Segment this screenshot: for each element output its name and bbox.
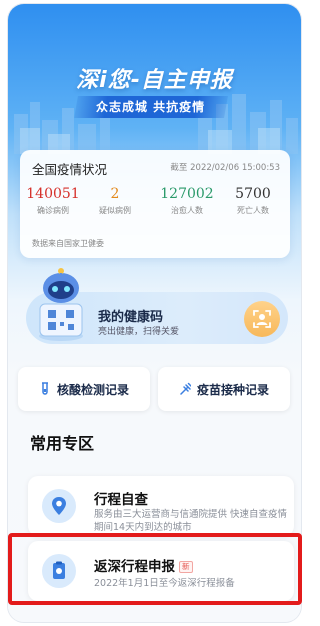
slogan-text: 众志成城 共抗疫情 bbox=[96, 100, 206, 114]
stat-cured: 127002 治愈人数 bbox=[158, 186, 216, 216]
stat-confirmed: 140051 确诊病例 bbox=[24, 186, 82, 216]
health-code-subtitle: 亮出健康，扫得关爱 bbox=[98, 327, 180, 337]
app-screen: 深i您-自主申报 众志成城 共抗疫情 全国疫情状况 截至 2022/02/06 … bbox=[8, 4, 301, 622]
stat-label: 治愈人数 bbox=[171, 206, 203, 215]
section-title: 常用专区 bbox=[30, 434, 95, 453]
vaccination-records-button[interactable]: 疫苗接种记录 bbox=[158, 367, 290, 411]
nucleic-test-records-label: 核酸检测记录 bbox=[56, 382, 129, 397]
service-description: 服务由三大运营商与信通院提供 快速自查疫情期间14天内到达的城市 bbox=[94, 509, 288, 533]
stat-label: 疑似病例 bbox=[99, 206, 131, 215]
stat-label: 确诊病例 bbox=[37, 206, 69, 215]
stats-timestamp: 截至 2022/02/06 15:00:53 bbox=[170, 163, 280, 173]
app-title: 深i您-自主申报 bbox=[76, 68, 233, 93]
nucleic-test-records-button[interactable]: 核酸检测记录 bbox=[18, 367, 150, 411]
new-badge: 新 bbox=[179, 561, 193, 573]
vaccination-records-label: 疫苗接种记录 bbox=[196, 382, 269, 397]
stats-title: 全国疫情状况 bbox=[32, 162, 108, 177]
syringe-icon bbox=[180, 382, 191, 395]
stat-value: 5700 bbox=[235, 186, 271, 202]
stat-deaths: 5700 死亡人数 bbox=[224, 186, 282, 216]
stat-label: 死亡人数 bbox=[237, 206, 269, 215]
face-scan-icon bbox=[253, 310, 271, 328]
epidemic-stats-card: 全国疫情状况 截至 2022/02/06 15:00:53 140051 确诊病… bbox=[20, 150, 290, 258]
clipboard-icon bbox=[42, 554, 76, 588]
list-item-return-itinerary-declaration[interactable]: 返深行程申报新 2022年1月1日至今返深行程报备 bbox=[28, 541, 294, 601]
service-title-row: 返深行程申报新 bbox=[94, 555, 193, 575]
stat-value: 2 bbox=[110, 186, 120, 202]
robot-mascot-icon bbox=[39, 268, 83, 341]
stat-value: 127002 bbox=[160, 186, 214, 202]
slogan-banner: 众志成城 共抗疫情 bbox=[74, 96, 228, 118]
service-description: 2022年1月1日至今返深行程报备 bbox=[94, 578, 235, 589]
service-title: 返深行程申报 bbox=[94, 559, 175, 575]
health-code-title: 我的健康码 bbox=[98, 310, 164, 325]
test-tube-icon bbox=[41, 382, 48, 395]
list-item-itinerary-check[interactable]: 行程自查 服务由三大运营商与信通院提供 快速自查疫情期间14天内到达的城市 bbox=[28, 476, 294, 536]
stat-suspected: 2 疑似病例 bbox=[86, 186, 144, 216]
stat-value: 140051 bbox=[26, 186, 80, 202]
service-title: 行程自查 bbox=[94, 492, 148, 508]
stats-source: 数据来自国家卫健委 bbox=[32, 239, 104, 248]
city-skyline-illustration bbox=[14, 94, 298, 154]
face-scan-button[interactable] bbox=[244, 301, 280, 337]
location-pin-icon bbox=[42, 489, 76, 523]
